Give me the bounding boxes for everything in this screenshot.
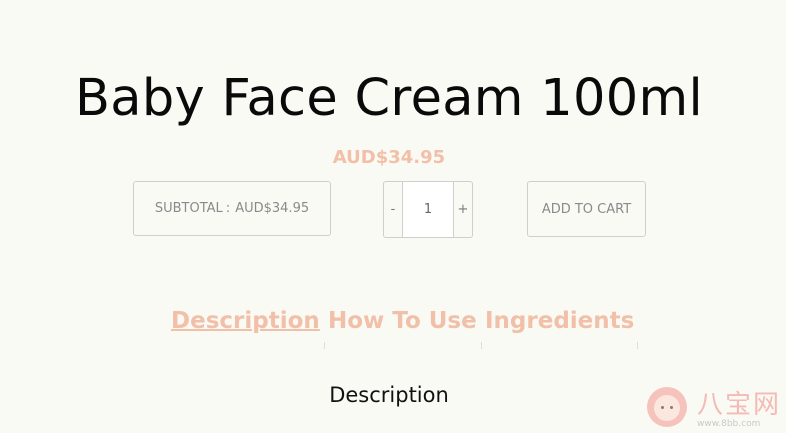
quantity-input[interactable]: 1: [402, 182, 454, 237]
watermark-url: www.8bb.com: [697, 419, 761, 429]
subtotal-value: AUD$34.95: [235, 201, 310, 216]
tab-how-to-use[interactable]: How To Use: [328, 305, 477, 337]
watermark-logo-icon: [647, 387, 687, 427]
tab-divider: [637, 342, 638, 349]
product-title: Baby Face Cream 100ml: [74, 69, 703, 128]
watermark: 八宝网 www.8bb.com: [645, 384, 785, 433]
product-price: AUD$34.95: [332, 147, 446, 168]
subtotal-label: SUBTOTAL: [154, 201, 223, 216]
tab-ingredients[interactable]: Ingredients: [485, 305, 634, 337]
tab-description[interactable]: Description: [171, 305, 320, 337]
tab-divider: [481, 342, 482, 349]
tab-divider: [324, 342, 325, 349]
quantity-decrement-button[interactable]: -: [384, 182, 402, 237]
quantity-stepper: - 1 +: [383, 181, 473, 238]
quantity-increment-button[interactable]: +: [454, 182, 472, 237]
product-tabs: Description How To Use Ingredients: [160, 305, 640, 350]
subtotal-box: SUBTOTAL : AUD$34.95: [133, 181, 331, 236]
subtotal-separator: :: [225, 201, 231, 216]
watermark-brand: 八宝网: [697, 390, 782, 420]
add-to-cart-button[interactable]: ADD TO CART: [527, 181, 646, 237]
